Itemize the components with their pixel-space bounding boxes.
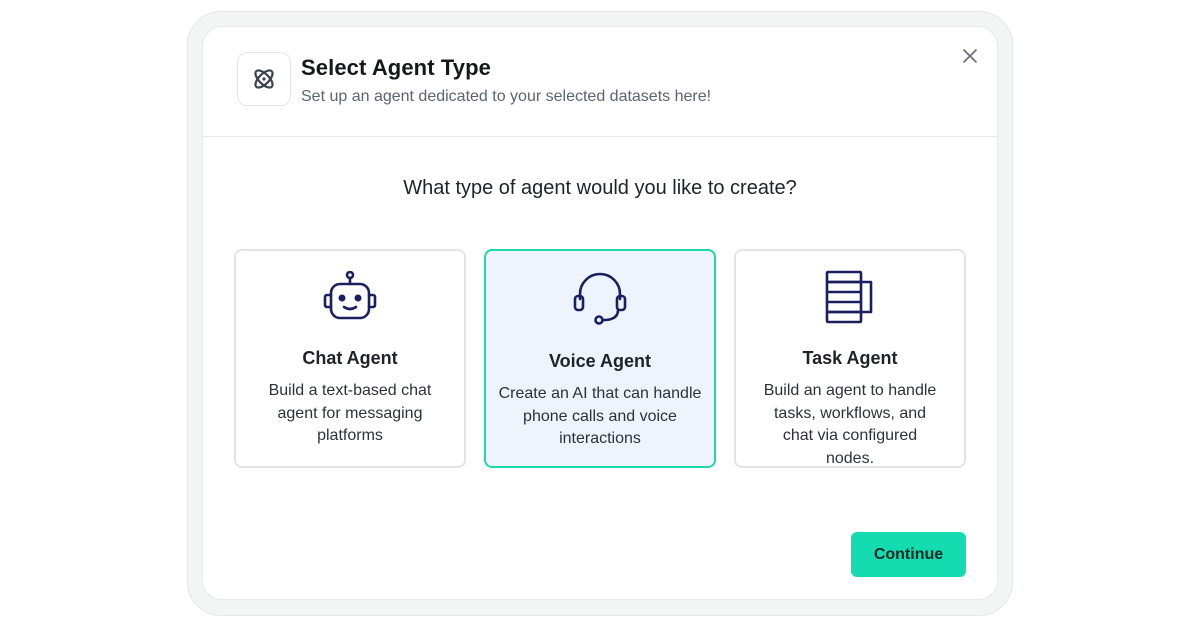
card-title: Voice Agent <box>548 351 651 371</box>
card-icon-wrap <box>486 269 714 325</box>
agent-type-question: What type of agent would you like to cre… <box>403 177 797 199</box>
card-description: Build an agent to handle tasks, workflow… <box>763 382 937 467</box>
robot-icon <box>323 271 377 320</box>
close-button[interactable] <box>959 45 981 67</box>
dialog-header: Select Agent Type Set up an agent dedica… <box>203 27 997 137</box>
voice-agent-card[interactable]: Voice Agent Create an AI that can handle… <box>484 249 716 468</box>
atom-icon <box>254 69 274 89</box>
card-title: Task Agent <box>802 348 898 368</box>
dialog-title: Select Agent Type <box>301 55 491 80</box>
continue-button[interactable]: Continue <box>851 532 966 577</box>
card-icon-wrap <box>736 269 964 325</box>
select-agent-dialog: Select Agent Type Set up an agent dedica… <box>202 26 998 600</box>
dialog-subtitle: Set up an agent dedicated to your select… <box>301 88 712 105</box>
card-icon-wrap <box>236 269 464 325</box>
close-icon <box>963 49 977 63</box>
card-description: Create an AI that can handle phone calls… <box>498 385 702 447</box>
task-agent-card[interactable]: Task Agent Build an agent to handle task… <box>734 249 966 468</box>
chat-agent-card[interactable]: Chat Agent Build a text-based chat agent… <box>234 249 466 468</box>
headset-icon <box>573 272 627 325</box>
header-icon-box <box>237 52 291 106</box>
card-description: Build a text-based chat agent for messag… <box>268 382 432 444</box>
task-blocks-icon <box>825 270 873 324</box>
card-title: Chat Agent <box>302 348 398 368</box>
